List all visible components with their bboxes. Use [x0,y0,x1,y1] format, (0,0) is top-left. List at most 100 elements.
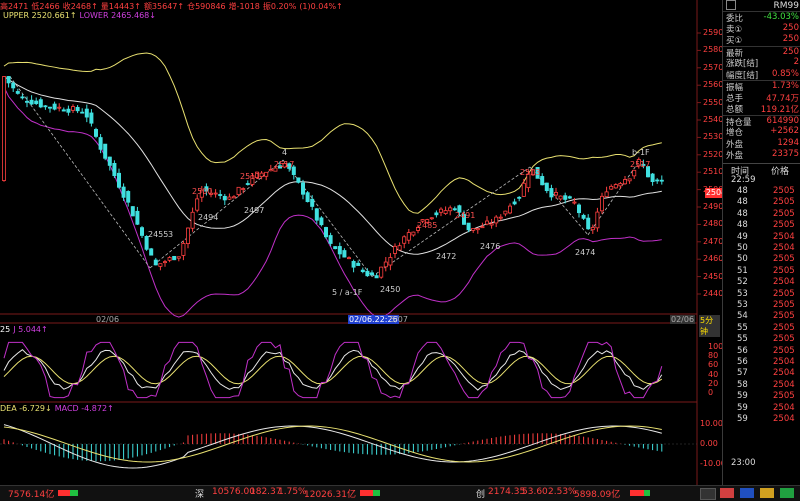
macd-header: DEA -6.729↓ MACD -4.872↑ [0,404,117,413]
tick-price: 2505 [773,186,795,196]
tick-price: 2505 [773,208,795,219]
kdj-header: 25 J 5.044↑ [0,325,51,334]
kdj-tick: 100 [708,342,724,351]
tick-time: 49 [737,231,748,242]
candle [392,245,397,254]
quote-row: 总手 47.74万 [723,92,800,104]
tick-time: 53 [737,288,748,299]
tick-price: 2505 [773,334,795,345]
candle [379,266,384,278]
wave-lines [9,76,641,277]
candle [549,188,554,198]
price-tick: 2490 [703,202,724,211]
candle [185,227,190,244]
tick-price: 2504 [773,231,795,242]
breadth-bar-icon [360,490,380,496]
market-amount-1: 7576.14亿 [8,490,55,500]
quote-value: 1294 [777,137,799,148]
candle [89,112,94,124]
macd-histogram [3,433,663,462]
quote-value: 250 [782,22,799,33]
boll-header: UPPER 2520.661↑ LOWER 2465.468↓ [3,11,159,20]
tick-row: 48 2505 [723,209,800,220]
candle [117,172,122,188]
candle [567,196,572,199]
quote-value: 1.73% [771,81,799,91]
candle [11,82,16,89]
candle [659,179,664,182]
toolbar-icon-2[interactable] [720,488,734,498]
period-button[interactable]: 5分钟 [699,315,720,337]
candle [402,236,407,244]
tick-row: 56 2505 [723,346,800,357]
header-segment: J 5.044↑ [13,325,48,334]
candle [365,270,370,277]
toolbar-icon-4[interactable] [760,488,774,498]
candle [34,100,39,104]
candle [71,106,76,111]
tick-row: 48 2505 [723,220,800,231]
tick-price: 2504 [773,379,795,390]
quote-label: 总手 [726,93,744,104]
candle [167,257,172,261]
candle [61,109,66,112]
candle [241,188,246,190]
grid-lines [697,32,701,295]
tick-row: 53 2505 [723,289,800,300]
wave-segment [282,159,373,277]
annotation-label: 2450 [380,285,401,294]
kline-chart-area[interactable]: 高2471 低2466 收2468↑ 量14443↑ 额35647↑ 仓590846 增-1… [0,0,727,485]
tick-price: 2504 [773,414,795,424]
header-segment: 仓590846 [187,2,226,11]
candle [406,232,411,241]
annotation-label: 2491 [455,211,476,220]
kdj-tick: 0 [708,388,714,397]
quote-panel: RM99 委比 -43.03% 卖① 250 买① 250 最新 250 涨跌[结] 2 幅度[结]… [722,0,800,485]
candle [590,227,595,231]
tick-row: 53 2505 [723,300,800,311]
candle [581,214,586,219]
cy-index: 2174.35 [488,487,526,497]
toolbar-icon-1[interactable] [700,488,716,500]
candle [489,223,494,226]
quote-row: 委比 -43.03% [723,11,800,24]
candle [149,248,154,256]
candle [480,226,485,229]
candle [397,245,402,251]
sz-change: 182.37 [250,487,282,497]
annotation-label: 2517 [274,160,295,169]
symbol-label: RM99 [773,1,799,11]
toolbar-icon-3[interactable] [740,488,754,498]
price-tick: 2570 [703,62,724,72]
tick-row: 58 2504 [723,380,800,391]
candle [319,217,324,226]
price-tick: 2460 [703,254,724,264]
annotation-label: 2494 [198,213,219,222]
tick-row: 59 2504 [723,403,800,414]
header-segment: UPPER 2520.661↑ [3,11,77,20]
candle [222,195,227,201]
price-tick: 2440 [703,289,724,298]
candle [383,261,388,268]
candle [655,179,660,182]
price-tick: 2510 [703,167,724,177]
annotation-label: 2474 [575,248,596,257]
annotation-label: 2500 [192,187,213,196]
annotation-label: 2513 [520,168,541,177]
toolbar-icon-5[interactable] [780,488,794,498]
candle [337,246,342,255]
candle [452,208,457,211]
tick-time: 56 [737,357,748,367]
annotation-label: 2485 [417,221,438,230]
kdj-j-line [3,341,663,399]
candle [245,183,250,185]
panel-menu-icon[interactable] [726,0,736,10]
candle [604,191,609,198]
tick-time: 48 [737,220,748,231]
candle [563,195,568,200]
tick-price: 2505 [773,345,795,356]
candle [521,182,526,197]
annotation-label: 3 [168,230,174,239]
x-label-2: 5/07 [390,315,408,324]
candle [388,257,393,266]
